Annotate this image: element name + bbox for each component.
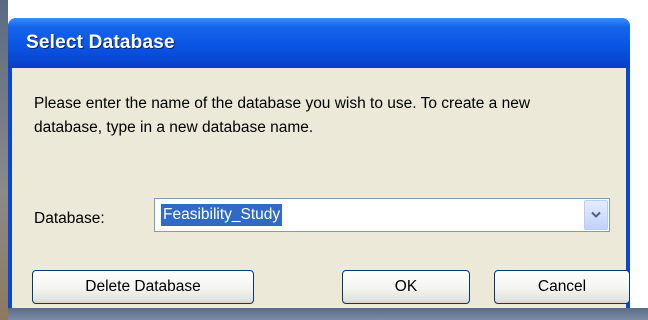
desktop-backdrop-bottom <box>8 308 648 320</box>
delete-database-button[interactable]: Delete Database <box>32 270 254 304</box>
ok-button[interactable]: OK <box>342 270 470 304</box>
instruction-text: Please enter the name of the database yo… <box>34 95 531 136</box>
desktop-backdrop <box>0 0 8 320</box>
cancel-button[interactable]: Cancel <box>494 270 630 304</box>
dialog-body: Please enter the name of the database yo… <box>12 68 630 308</box>
database-combobox[interactable]: Feasibility_Study <box>154 198 610 232</box>
chevron-down-icon <box>591 211 601 218</box>
select-database-dialog: Select Database Please enter the name of… <box>8 18 630 308</box>
database-label: Database: <box>34 210 105 227</box>
dialog-title: Select Database <box>26 32 175 53</box>
database-input[interactable]: Feasibility_Study <box>161 204 283 226</box>
title-bar[interactable]: Select Database <box>8 18 630 68</box>
dropdown-button[interactable] <box>584 200 608 230</box>
